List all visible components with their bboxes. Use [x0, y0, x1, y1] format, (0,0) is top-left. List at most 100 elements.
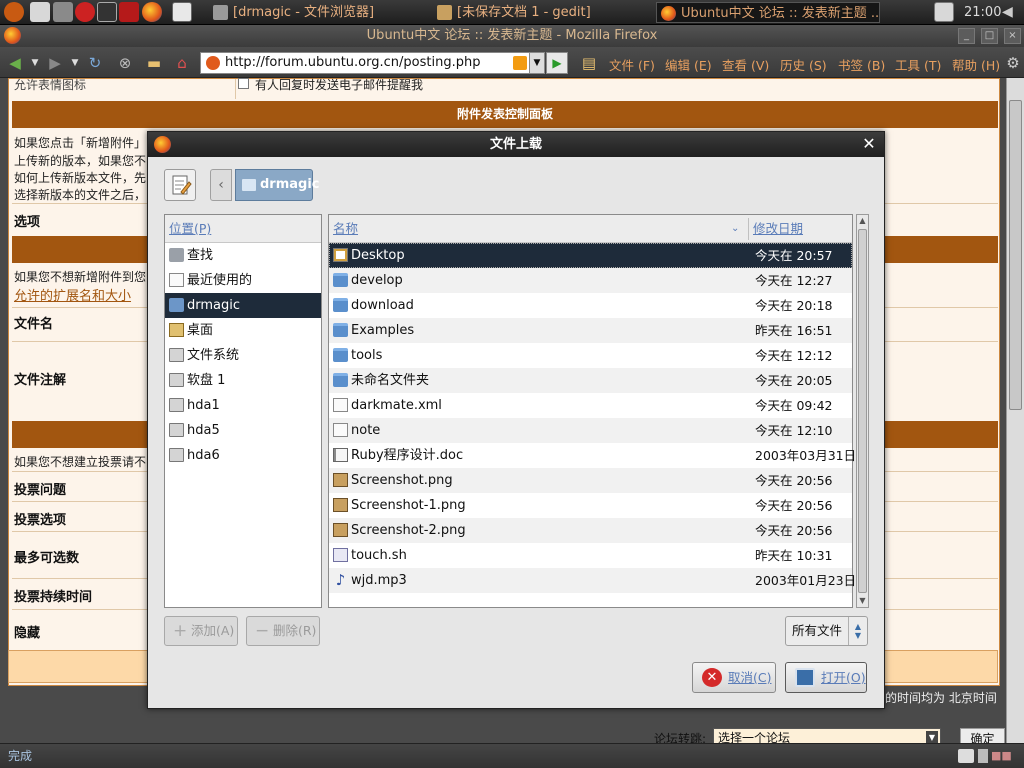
file-row[interactable]: Screenshot.png 今天在 20:56 [329, 468, 852, 493]
url-bar[interactable]: http://forum.ubuntu.org.cn/posting.php [200, 52, 530, 74]
menu-view[interactable]: 查看 (V) [722, 55, 769, 74]
scroll-up-icon[interactable]: ▲ [857, 215, 868, 227]
tux-icon[interactable] [958, 749, 974, 763]
top-panel: [drmagic - 文件浏览器] [未保存文档 1 - gedit] Ubun… [0, 0, 1024, 25]
extension-icon[interactable]: ⚙ [1004, 54, 1022, 72]
column-name-header[interactable]: 名称 [333, 215, 358, 243]
forward-icon[interactable]: ▶ [46, 54, 64, 72]
clock[interactable]: 21:00 [964, 0, 1001, 25]
bookmark-folder-icon[interactable]: ▬ [145, 54, 163, 72]
file-row[interactable]: 未命名文件夹 今天在 20:05 [329, 368, 852, 393]
task-gedit[interactable]: [未保存文档 1 - gedit] [433, 2, 648, 23]
place-item[interactable]: drmagic [165, 293, 321, 318]
place-item[interactable]: 桌面 [165, 318, 321, 343]
allowed-extensions-link[interactable]: 允许的扩展名和大小 [14, 285, 131, 304]
bookmarks-icon[interactable]: ▤ [580, 54, 598, 72]
file-row[interactable]: note 今天在 12:10 [329, 418, 852, 443]
column-modified-header[interactable]: 修改日期 [753, 215, 803, 243]
file-list-header: 名称 ⌄ 修改日期 [329, 215, 852, 243]
attach-help-line: 上传新的版本，如果您不 [14, 154, 147, 168]
menu-bookmarks[interactable]: 书签 (B) [838, 55, 885, 74]
file-row[interactable]: develop 今天在 12:27 [329, 268, 852, 293]
type-location-button[interactable] [164, 169, 196, 201]
place-item[interactable]: hda1 [165, 393, 321, 418]
file-row[interactable]: Screenshot-2.png 今天在 20:56 [329, 518, 852, 543]
ubuntu-logo-icon[interactable] [4, 2, 24, 22]
place-item[interactable]: 软盘 1 [165, 368, 321, 393]
home-icon[interactable]: ⌂ [173, 54, 191, 72]
file-list-scrollbar[interactable]: ▲ ▼ [856, 214, 869, 608]
place-label: 桌面 [187, 323, 214, 338]
attach-panel-header: 附件发表控制面板 [12, 101, 998, 128]
file-modified-date: 今天在 20:56 [755, 523, 833, 538]
file-modified-date: 今天在 12:27 [755, 273, 833, 288]
terminal-icon[interactable] [97, 2, 117, 22]
options-label: 选项 [14, 215, 41, 230]
url-text: http://forum.ubuntu.org.cn/posting.php [225, 55, 481, 70]
audio-icon: ♪ [335, 571, 346, 589]
maximize-button[interactable]: □ [981, 28, 998, 44]
help-icon[interactable] [30, 2, 50, 22]
file-row[interactable]: download 今天在 20:18 [329, 293, 852, 318]
file-row[interactable]: darkmate.xml 今天在 09:42 [329, 393, 852, 418]
close-icon[interactable]: ✕ [860, 135, 878, 153]
menu-edit[interactable]: 编辑 (E) [665, 55, 712, 74]
minimize-button[interactable]: _ [958, 28, 975, 44]
rss-feed-icon[interactable] [513, 56, 527, 70]
page-scrollbar[interactable] [1006, 78, 1024, 743]
place-item[interactable]: hda6 [165, 443, 321, 468]
text-editor-icon [437, 5, 452, 20]
apple-icon[interactable] [75, 2, 95, 22]
file-name: darkmate.xml [351, 398, 442, 413]
file-row[interactable]: Desktop 今天在 20:57 [329, 243, 852, 268]
forward-history-icon[interactable]: ▼ [66, 54, 84, 72]
network-icon[interactable] [934, 2, 954, 22]
menu-help[interactable]: 帮助 (H) [952, 55, 1000, 74]
page-scrollbar-thumb[interactable] [1009, 100, 1022, 410]
go-button[interactable]: ▶ [546, 52, 568, 74]
stop-icon[interactable]: ⊗ [116, 54, 134, 72]
menu-history[interactable]: 历史 (S) [780, 55, 827, 74]
file-row[interactable]: Screenshot-1.png 今天在 20:56 [329, 493, 852, 518]
menu-tools[interactable]: 工具 (T) [895, 55, 941, 74]
drive-icon [169, 423, 184, 437]
navigation-toolbar: ◀ ▼ ▶ ▼ ↻ ⊗ ▬ ⌂ http://forum.ubuntu.org.… [0, 47, 1024, 78]
app-launcher-icon[interactable] [119, 2, 139, 22]
back-history-icon[interactable]: ▼ [26, 54, 44, 72]
reload-icon[interactable]: ↻ [86, 54, 104, 72]
file-row[interactable]: Examples 昨天在 16:51 [329, 318, 852, 343]
file-row[interactable]: touch.sh 昨天在 10:31 [329, 543, 852, 568]
file-row[interactable]: Ruby程序设计.doc 2003年03月31日 [329, 443, 856, 468]
cancel-button[interactable]: ✕ 取消(C) [692, 662, 776, 693]
file-list-scrollbar-thumb[interactable] [858, 229, 867, 593]
notify-checkbox[interactable] [238, 78, 249, 89]
ime-indicator[interactable]: ■■ [991, 744, 1012, 768]
path-scroll-left-button[interactable]: ‹ [210, 169, 232, 201]
file-row[interactable]: ♪ wjd.mp3 2003年01月23日 [329, 568, 856, 593]
path-button-drmagic[interactable]: drmagic [235, 169, 320, 201]
back-icon[interactable]: ◀ [6, 54, 24, 72]
place-item[interactable]: 文件系统 [165, 343, 321, 368]
place-item[interactable]: 查找 [165, 243, 321, 268]
place-item[interactable]: 最近使用的 [165, 268, 321, 293]
menu-file[interactable]: 文件 (F) [609, 55, 655, 74]
package-icon[interactable] [53, 2, 73, 22]
places-header[interactable]: 位置(P) [165, 215, 321, 243]
file-row[interactable]: tools 今天在 12:12 [329, 343, 852, 368]
firefox-launcher-icon[interactable] [142, 2, 162, 22]
file-type-filter[interactable]: 所有文件 ▲ ▼ [785, 616, 868, 646]
task-file-browser[interactable]: [drmagic - 文件浏览器] [209, 2, 424, 23]
url-history-dropdown[interactable]: ▼ [529, 52, 545, 74]
scroll-down-icon[interactable]: ▼ [857, 595, 868, 607]
remove-bookmark-button[interactable]: − 删除(R) [246, 616, 320, 646]
task-firefox[interactable]: Ubuntu中文 论坛 :: 发表新主题 ... [656, 2, 880, 23]
show-desktop-icon[interactable] [172, 2, 192, 22]
add-bookmark-button[interactable]: + 添加(A) [164, 616, 238, 646]
file-upload-dialog: 文件上载 ✕ ‹ drmagic 位置(P) 查找 最近使用的 drmagic 桌面文… [147, 131, 885, 709]
place-item[interactable]: hda5 [165, 418, 321, 443]
firefox-icon[interactable] [4, 27, 21, 44]
open-button[interactable]: 打开(O) [785, 662, 867, 693]
volume-icon[interactable]: ◀ [1002, 2, 1018, 22]
search-icon [169, 248, 184, 262]
close-window-button[interactable]: × [1004, 28, 1021, 44]
